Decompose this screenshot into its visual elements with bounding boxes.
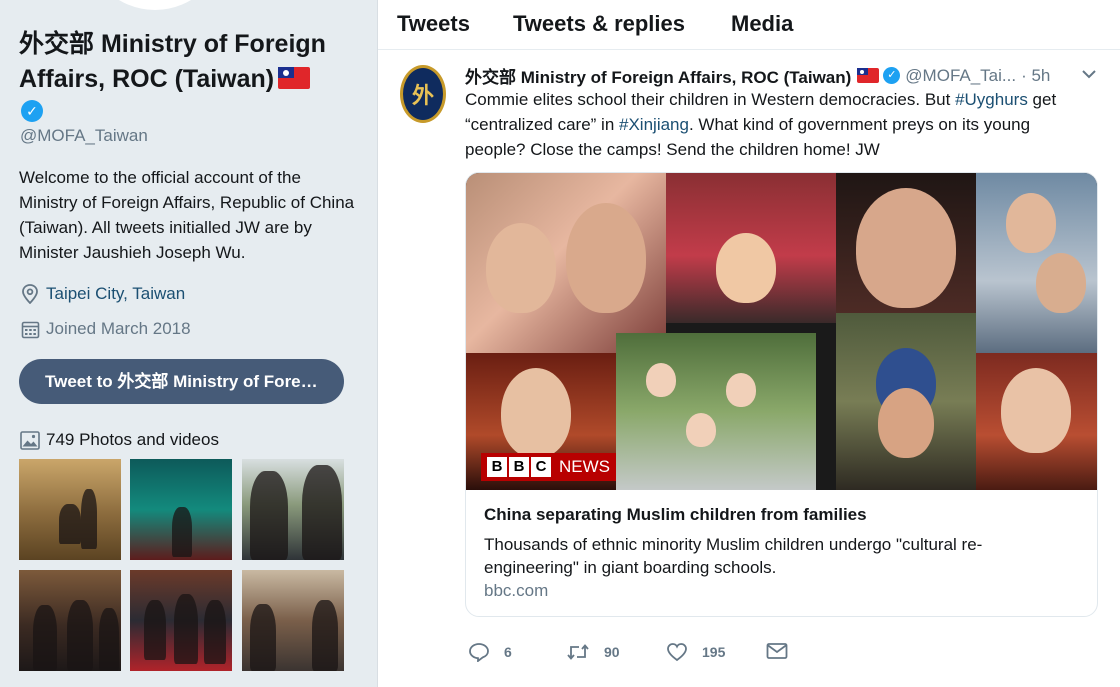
tweet-timestamp[interactable]: · 5h: [1021, 66, 1050, 86]
tweet-actions: 6 90 195: [468, 642, 888, 666]
tab-tweets[interactable]: Tweets: [397, 11, 470, 37]
reply-count: 6: [504, 644, 512, 660]
profile-sidebar: 外交部 Ministry of Foreign Affairs, ROC (Ta…: [0, 0, 377, 687]
verified-badge-icon: ✓: [21, 100, 43, 122]
joined-date: Joined March 2018: [46, 319, 191, 338]
like-count: 195: [702, 644, 726, 660]
photo-thumbnail[interactable]: [242, 459, 344, 560]
photo-thumbnail[interactable]: [130, 459, 232, 560]
hashtag-uyghurs[interactable]: #Uyghurs: [955, 90, 1028, 109]
image-icon: [20, 430, 40, 450]
bbc-letter: B: [509, 457, 529, 477]
hashtag-xinjiang[interactable]: #Xinjiang: [619, 115, 689, 134]
retweet-count: 90: [604, 644, 620, 660]
tweet-author-avatar[interactable]: 外: [400, 65, 446, 123]
bbc-news-word: NEWS: [559, 457, 610, 476]
tab-media[interactable]: Media: [731, 11, 793, 37]
profile-location: Taipei City, Taiwan: [20, 284, 185, 304]
profile-bio: Welcome to the official account of the M…: [19, 168, 355, 262]
photo-thumbnail[interactable]: [130, 570, 232, 671]
tweet-author-name[interactable]: 外交部 Ministry of Foreign Affairs, ROC (Ta…: [465, 63, 851, 88]
reply-icon: [469, 643, 489, 662]
card-description: Thousands of ethnic minority Muslim chil…: [484, 535, 983, 577]
profile-avatar[interactable]: [85, 0, 225, 10]
tab-tweets-and-replies[interactable]: Tweets & replies: [513, 11, 685, 37]
profile-joined: Joined March 2018: [20, 319, 191, 339]
reply-button[interactable]: 6: [468, 642, 512, 662]
photos-and-videos-link[interactable]: 749 Photos and videos: [20, 430, 219, 450]
tweet-author-handle[interactable]: @MOFA_Tai...: [905, 66, 1016, 86]
photo-thumbnail[interactable]: [242, 570, 344, 671]
chevron-down-icon[interactable]: [1080, 65, 1098, 83]
location-link[interactable]: Taipei City, Taiwan: [46, 284, 185, 304]
link-card[interactable]: B B C NEWS China separating Muslim child…: [465, 172, 1098, 617]
like-button[interactable]: 195: [666, 642, 725, 662]
photos-count: 749 Photos and videos: [46, 430, 219, 449]
profile-name: 外交部 Ministry of Foreign Affairs, ROC (Ta…: [19, 27, 359, 97]
calendar-icon: [20, 319, 40, 339]
tweet-text: Commie elites school their children in W…: [465, 87, 1085, 162]
bbc-letter: B: [487, 457, 507, 477]
tweet-text-part: Commie elites school their children in W…: [465, 90, 956, 109]
retweet-button[interactable]: 90: [566, 642, 620, 662]
profile-handle[interactable]: @MOFA_Taiwan: [20, 126, 148, 146]
verified-badge-icon: ✓: [883, 67, 901, 84]
retweet-icon: [567, 644, 589, 660]
envelope-icon: [766, 643, 788, 659]
card-domain: bbc.com: [484, 581, 549, 600]
bbc-news-logo: B B C NEWS: [481, 453, 616, 481]
heart-icon: [667, 643, 687, 662]
location-pin-icon: [20, 284, 40, 304]
timeline: Tweets Tweets & replies Media 外 外交部 Mini…: [377, 0, 1120, 687]
direct-message-button[interactable]: [766, 642, 802, 660]
tweet-header: 外交部 Ministry of Foreign Affairs, ROC (Ta…: [465, 63, 1085, 88]
bbc-letter: C: [531, 457, 551, 477]
card-title[interactable]: China separating Muslim children from fa…: [484, 505, 867, 525]
taiwan-flag-icon: [857, 68, 880, 83]
tweet-to-button[interactable]: Tweet to 外交部 Ministry of Foreign Affairs…: [19, 359, 344, 404]
photo-thumbnail[interactable]: [19, 459, 121, 560]
profile-tabs: Tweets Tweets & replies Media: [378, 0, 1120, 50]
taiwan-flag-icon: [278, 67, 311, 89]
photo-thumbnail[interactable]: [19, 570, 121, 671]
card-image[interactable]: B B C NEWS: [466, 173, 1097, 490]
